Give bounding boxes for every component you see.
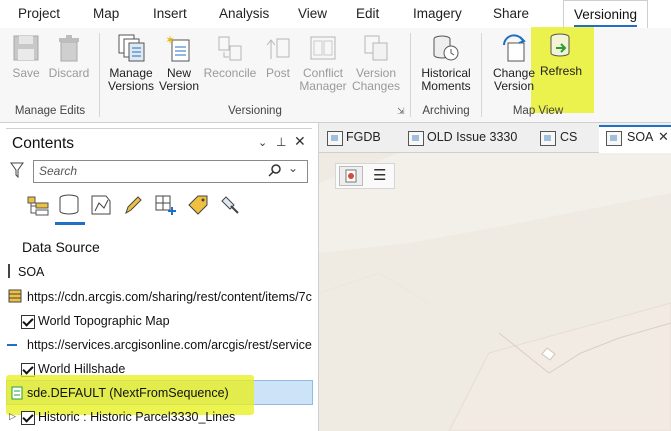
- discard-label: Discard: [48, 66, 90, 80]
- search-placeholder: Search: [39, 164, 78, 178]
- new-version-button[interactable]: ✶ New Version: [157, 33, 201, 93]
- map-tab-fgdb[interactable]: FGDB: [346, 130, 381, 144]
- service-connector-icon: [7, 344, 17, 346]
- list-by-snapping-icon[interactable]: [154, 194, 178, 221]
- list-by-editing-icon[interactable]: [122, 194, 144, 221]
- map-canvas[interactable]: ☰: [319, 153, 671, 431]
- map-icon: [606, 131, 622, 146]
- list-item[interactable]: https://cdn.arcgis.com/sharing/rest/cont…: [27, 290, 312, 304]
- change-version-icon: [499, 33, 529, 63]
- expand-arrow-icon[interactable]: ▷: [9, 411, 16, 422]
- tile-service-icon: [8, 289, 22, 308]
- svg-text:✶: ✶: [165, 33, 175, 47]
- tree-node-icon: [8, 264, 10, 278]
- save-button[interactable]: Save: [4, 33, 48, 80]
- post-label: Post: [265, 66, 290, 80]
- map-icon: [540, 131, 556, 146]
- list-item[interactable]: SOA: [18, 265, 44, 279]
- conflict-manager-label-2: Manager: [299, 79, 347, 93]
- list-by-perspective-imagery-icon[interactable]: [218, 193, 242, 222]
- refresh-button[interactable]: Refresh: [538, 31, 584, 78]
- filter-icon[interactable]: [10, 162, 24, 183]
- reconcile-button[interactable]: Reconcile: [201, 33, 259, 80]
- tab-analysis[interactable]: Analysis: [219, 6, 269, 21]
- layer-visibility-checkbox[interactable]: [21, 315, 35, 329]
- manage-versions-icon: [116, 33, 146, 63]
- pane-top-border: [6, 128, 312, 129]
- tab-share[interactable]: Share: [493, 6, 529, 21]
- map-tab-cs[interactable]: CS: [560, 130, 577, 144]
- map-basemap: [319, 153, 671, 431]
- historical-moments-button[interactable]: Historical Moments: [416, 33, 476, 93]
- conflict-manager-button[interactable]: Conflict Manager: [297, 33, 349, 93]
- map-icon: [327, 131, 343, 146]
- data-source-heading: Data Source: [22, 239, 100, 255]
- tab-imagery[interactable]: Imagery: [413, 6, 462, 21]
- save-icon: [11, 33, 41, 63]
- manage-versions-button[interactable]: Manage Versions: [105, 33, 157, 93]
- database-connection-icon: [11, 386, 23, 405]
- refresh-icon: [546, 31, 576, 61]
- close-icon[interactable]: ✕: [294, 133, 306, 150]
- tab-insert[interactable]: Insert: [153, 6, 187, 21]
- pin-icon[interactable]: ⊥: [276, 135, 286, 149]
- version-changes-button[interactable]: Version Changes: [350, 33, 402, 93]
- map-tab-soa[interactable]: SOA: [627, 130, 653, 144]
- change-version-label-2: Version: [493, 79, 535, 93]
- new-version-icon: ✶: [164, 33, 194, 63]
- tab-edit[interactable]: Edit: [356, 6, 379, 21]
- contents-title: Contents: [12, 135, 75, 152]
- new-version-label-2: Version: [158, 79, 200, 93]
- historical-moments-icon: [431, 33, 461, 63]
- map-icon: [408, 131, 424, 146]
- search-icon[interactable]: [268, 163, 282, 182]
- list-item[interactable]: World Topographic Map: [38, 314, 170, 328]
- tab-project[interactable]: Project: [18, 6, 60, 21]
- post-button[interactable]: Post: [260, 33, 296, 80]
- list-item[interactable]: World Hillshade: [38, 362, 125, 376]
- conflict-manager-icon: [308, 33, 338, 63]
- group-launcher-icon[interactable]: ⇲: [397, 106, 405, 117]
- tab-versioning[interactable]: Versioning: [563, 0, 649, 30]
- trash-icon: [54, 33, 84, 63]
- reconcile-label: Reconcile: [203, 66, 257, 80]
- chevron-down-icon[interactable]: ⌄: [258, 136, 267, 149]
- list-item[interactable]: sde.DEFAULT (NextFromSequence): [27, 386, 229, 400]
- reconcile-icon: [215, 33, 245, 63]
- list-item[interactable]: https://services.arcgisonline.com/arcgis…: [27, 338, 312, 352]
- refresh-map-icon: [345, 169, 357, 183]
- group-label-map-view: Map View: [512, 105, 564, 117]
- discard-button[interactable]: Discard: [46, 33, 92, 80]
- list-item[interactable]: Historic : Historic Parcel3330_Lines: [38, 410, 235, 424]
- map-tool-button[interactable]: [339, 166, 363, 186]
- close-icon[interactable]: ✕: [658, 129, 669, 145]
- search-options-chevron-icon[interactable]: ⌄: [288, 161, 298, 175]
- list-by-drawing-order-icon[interactable]: [26, 195, 50, 222]
- group-label-manage-edits: Manage Edits: [14, 105, 86, 117]
- tab-map[interactable]: Map: [93, 6, 119, 21]
- post-icon: [263, 33, 293, 63]
- historical-moments-label-2: Moments: [421, 79, 471, 93]
- version-changes-label-2: Changes: [351, 79, 401, 93]
- list-by-labeling-icon[interactable]: [186, 193, 210, 222]
- manage-versions-label-2: Versions: [107, 79, 155, 93]
- map-tab-old-issue-3330[interactable]: OLD Issue 3330: [427, 130, 517, 144]
- active-view-underline: [55, 222, 85, 225]
- list-by-data-source-icon[interactable]: [56, 193, 82, 222]
- group-label-versioning: Versioning: [228, 105, 282, 117]
- refresh-label: Refresh: [539, 64, 583, 78]
- change-version-button[interactable]: Change Version: [489, 33, 539, 93]
- menu-icon[interactable]: ☰: [373, 166, 386, 184]
- layer-visibility-checkbox[interactable]: [21, 411, 35, 425]
- version-changes-icon: [361, 33, 391, 63]
- tab-view[interactable]: View: [298, 6, 327, 21]
- save-label: Save: [12, 66, 40, 80]
- tab-versioning-label: Versioning: [574, 7, 638, 22]
- group-label-archiving: Archiving: [422, 105, 470, 117]
- list-by-selection-icon[interactable]: [90, 194, 112, 221]
